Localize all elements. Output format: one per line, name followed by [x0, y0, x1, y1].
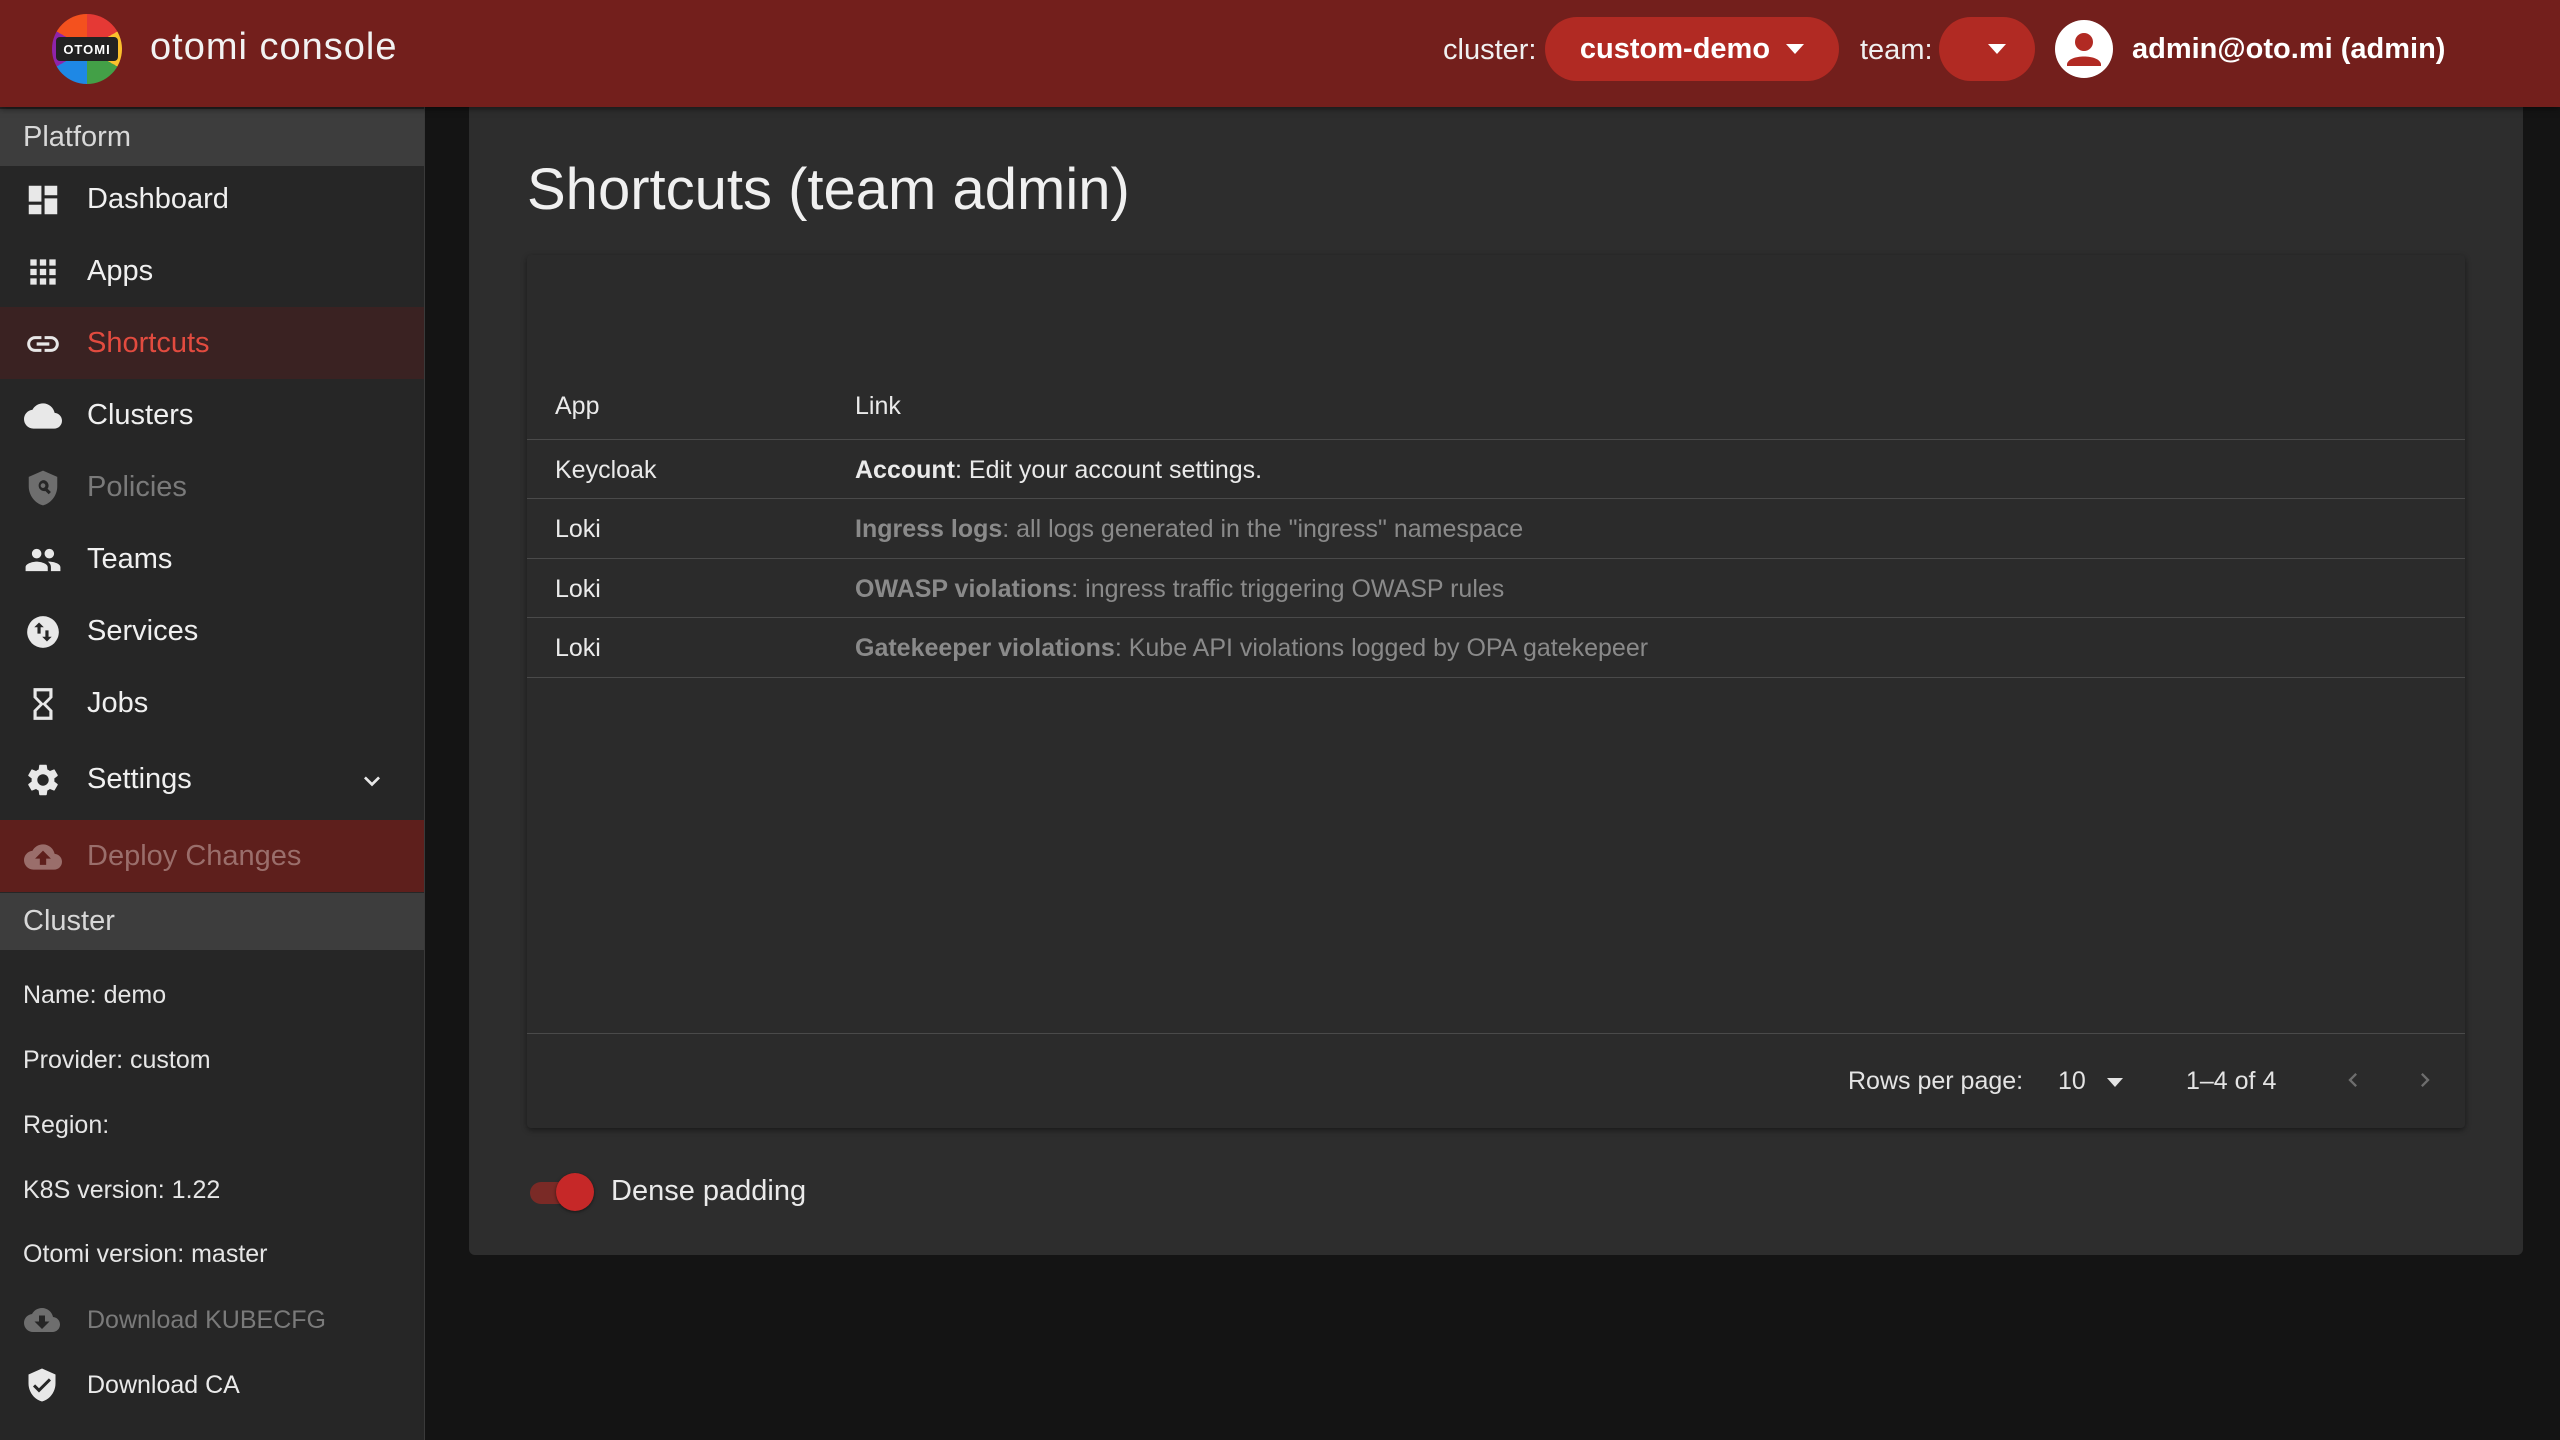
chevron-down-icon — [1988, 44, 2006, 54]
sidebar-item-clusters[interactable]: Clusters — [0, 379, 424, 451]
rows-per-page-label: Rows per page: — [1848, 1067, 2024, 1095]
cluster-otomi-version: Otomi version: master — [23, 1240, 268, 1268]
logo-text: OTOMI — [56, 37, 118, 61]
sidebar-item-policies[interactable]: Policies — [0, 451, 424, 523]
sidebar-item-label: Dashboard — [87, 182, 229, 215]
gear-icon — [28, 764, 58, 796]
shortcuts-table-panel — [527, 255, 2465, 1128]
sidebar-item-services[interactable]: Services — [0, 595, 424, 667]
shortcut-link-title: OWASP violations — [855, 575, 1072, 603]
sidebar: Platform Dashboard Apps Shortcuts Cluste… — [0, 107, 425, 1440]
row-divider — [527, 558, 2465, 559]
cluster-name: Name: demo — [23, 981, 167, 1009]
shortcut-link-desc: : all logs generated in the "ingress" na… — [1002, 515, 1524, 543]
cluster-k8s-version: K8S version: 1.22 — [23, 1176, 221, 1204]
shortcut-link-title: Account — [855, 456, 955, 484]
download-kubecfg-label: Download KUBECFG — [87, 1306, 326, 1334]
apps-grid-icon — [30, 259, 56, 285]
page-title: Shortcuts (team admin) — [527, 157, 1130, 222]
sidebar-item-dashboard[interactable]: Dashboard — [0, 163, 424, 235]
shortcut-link[interactable]: OWASP violations: ingress traffic trigge… — [855, 575, 1504, 604]
shortcut-link[interactable]: Gatekeeper violations: Kube API violatio… — [855, 634, 1648, 663]
sidebar-item-label: Apps — [87, 254, 154, 287]
sidebar-item-settings[interactable]: Settings — [0, 743, 424, 815]
cluster-provider: Provider: custom — [23, 1046, 211, 1074]
cloud-icon — [24, 403, 62, 429]
cluster-label: cluster: — [1443, 34, 1537, 66]
team-select[interactable] — [1939, 17, 2035, 81]
team-label: team: — [1860, 34, 1933, 66]
rows-per-page-value: 10 — [2058, 1067, 2086, 1095]
cluster-region: Region: — [23, 1111, 110, 1139]
table-cell-app: Loki — [555, 634, 601, 662]
theme-toggle-moon-icon[interactable] — [2472, 28, 2512, 68]
cluster-select-value: custom-demo — [1579, 32, 1771, 65]
shortcut-link[interactable]: Ingress logs: all logs generated in the … — [855, 515, 1523, 544]
user-name[interactable]: admin@oto.mi (admin) — [2132, 33, 2445, 66]
download-kubecfg-button[interactable]: Download KUBECFG — [0, 1290, 424, 1350]
sidebar-item-label: Clusters — [87, 398, 194, 431]
deploy-changes-label: Deploy Changes — [87, 839, 302, 872]
cloud-download-icon — [24, 1308, 60, 1332]
sidebar-item-label: Teams — [87, 542, 173, 575]
switch-thumb — [556, 1173, 594, 1211]
sidebar-item-label: Settings — [87, 762, 192, 795]
table-cell-app: Loki — [555, 515, 601, 543]
dense-padding-label: Dense padding — [611, 1175, 807, 1207]
sidebar-item-label: Shortcuts — [87, 326, 210, 359]
shortcut-link-title: Gatekeeper violations — [855, 634, 1115, 662]
sidebar-item-label: Services — [87, 614, 199, 647]
column-header-link[interactable]: Link — [855, 392, 901, 421]
app-title: otomi console — [150, 26, 398, 68]
otomi-logo[interactable]: OTOMI — [52, 14, 122, 84]
sidebar-item-teams[interactable]: Teams — [0, 523, 424, 595]
sidebar-item-shortcuts[interactable]: Shortcuts — [0, 307, 424, 379]
chevron-down-icon — [1786, 44, 1805, 54]
cluster-heading: Cluster — [0, 893, 424, 950]
shortcut-link-desc: : Kube API violations logged by OPA gate… — [1114, 634, 1649, 662]
shortcut-link[interactable]: Account: Edit your account settings. — [855, 456, 1262, 485]
page-range: 1–4 of 4 — [2186, 1067, 2277, 1095]
previous-page-icon[interactable] — [2339, 1066, 2367, 1094]
table-cell-app: Loki — [555, 575, 601, 603]
pagination-divider — [527, 1033, 2465, 1034]
column-header-app[interactable]: App — [555, 392, 599, 421]
row-divider — [527, 498, 2465, 499]
download-ca-label: Download CA — [87, 1371, 240, 1399]
shortcut-link-desc: : Edit your account settings. — [955, 456, 1263, 484]
people-icon — [25, 548, 61, 572]
sidebar-item-jobs[interactable]: Jobs — [0, 667, 424, 739]
link-icon — [27, 336, 59, 352]
cloud-upload-icon — [24, 844, 62, 870]
top-app-bar: OTOMI otomi console cluster: custom-demo… — [0, 0, 2560, 107]
table-cell-app: Keycloak — [555, 456, 657, 484]
header-divider — [527, 439, 2465, 440]
policy-shield-icon — [28, 470, 58, 506]
account-avatar-icon[interactable] — [2055, 20, 2113, 78]
sidebar-item-label: Jobs — [87, 686, 149, 719]
platform-heading: Platform — [0, 109, 424, 166]
chevron-down-icon — [2106, 1077, 2123, 1087]
deploy-changes-button[interactable]: Deploy Changes — [0, 820, 424, 892]
shortcut-link-desc: : ingress traffic triggering OWASP rules — [1071, 575, 1505, 603]
chevron-down-icon[interactable] — [356, 765, 388, 797]
swap-circle-icon — [27, 616, 59, 648]
shortcut-link-title: Ingress logs — [855, 515, 1003, 543]
verified-shield-icon — [28, 1368, 56, 1402]
dashboard-icon — [28, 185, 58, 215]
next-page-icon[interactable] — [2411, 1066, 2439, 1094]
rows-per-page-select[interactable]: 10 — [2058, 1067, 2123, 1096]
hourglass-icon — [33, 688, 53, 720]
dense-padding-switch[interactable] — [530, 1173, 594, 1211]
row-divider — [527, 617, 2465, 618]
sidebar-item-apps[interactable]: Apps — [0, 235, 424, 307]
cluster-select[interactable]: custom-demo — [1545, 17, 1839, 81]
sidebar-item-label: Policies — [87, 470, 187, 503]
download-ca-button[interactable]: Download CA — [0, 1355, 424, 1415]
row-divider — [527, 677, 2465, 678]
